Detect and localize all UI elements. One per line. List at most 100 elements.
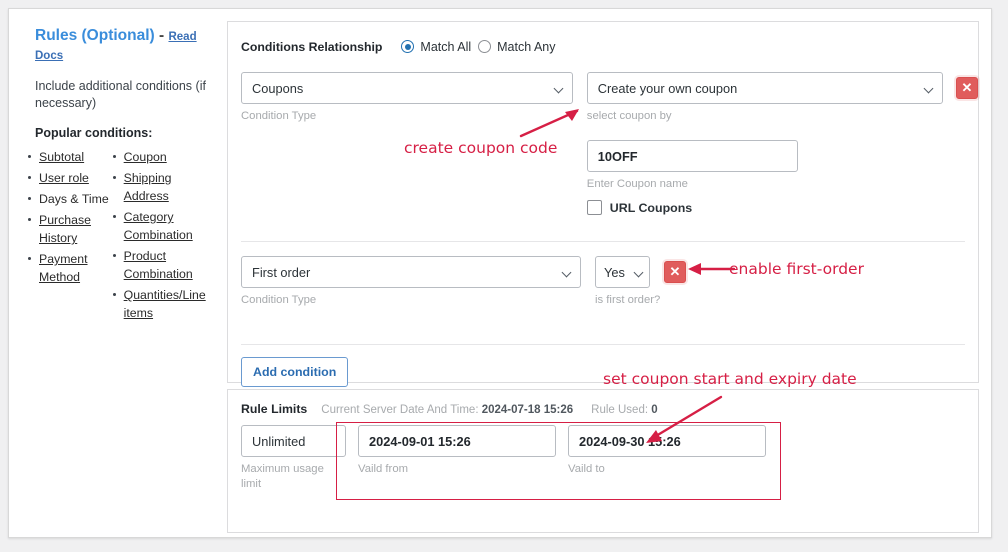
condition-link-quantities-line-items[interactable]: Quantities/Line items	[124, 288, 206, 320]
popular-conditions-column-1: Subtotal User role Days & Time Purchase …	[25, 148, 110, 325]
radio-match-any[interactable]: Match Any	[478, 39, 556, 54]
page-title: Rules (Optional) - Read Docs	[35, 27, 213, 65]
condition-type-hint-1: Condition Type	[241, 110, 317, 122]
coupon-name-input[interactable]: 10OFF	[586, 140, 798, 172]
title-separator: -	[154, 27, 169, 44]
condition-text-days-time: Days & Time	[39, 192, 109, 206]
condition-row-first-order: First order Condition Type Yes is first …	[228, 256, 978, 308]
rules-card: Rules (Optional) - Read Docs Include add…	[8, 8, 992, 538]
chevron-down-icon	[563, 269, 571, 277]
url-coupons-checkbox-row[interactable]: URL Coupons	[586, 200, 943, 215]
list-item[interactable]: Product Combination	[110, 247, 213, 283]
match-radio-group: Match All Match Any	[401, 40, 562, 54]
max-usage-field: Unlimited Maximum usage limit	[241, 425, 346, 492]
coupon-source-select[interactable]: Create your own coupon	[586, 72, 943, 104]
coupon-name-hint: Enter Coupon name	[586, 178, 688, 190]
condition-link-shipping-address[interactable]: Shipping Address	[124, 171, 172, 203]
coupon-name-value: 10OFF	[597, 148, 638, 164]
list-item[interactable]: Subtotal	[25, 148, 110, 166]
is-first-order-field: Yes is first order?	[595, 256, 661, 308]
is-first-order-hint: is first order?	[595, 294, 661, 306]
delete-condition-button-2[interactable]: ✕	[664, 261, 686, 283]
list-item[interactable]: User role	[25, 169, 110, 187]
rules-sidebar: Rules (Optional) - Read Docs Include add…	[23, 21, 219, 325]
rule-limits-panel: Rule Limits Current Server Date And Time…	[227, 389, 979, 533]
list-item[interactable]: Purchase History	[25, 211, 110, 247]
chevron-down-icon	[555, 85, 563, 93]
condition-link-user-role[interactable]: User role	[39, 171, 89, 185]
condition-type-field-1: Coupons Condition Type	[241, 72, 573, 124]
condition-divider-1	[241, 241, 965, 242]
rule-used-meta: Rule Used: 0	[591, 404, 658, 416]
condition-divider-2	[241, 344, 965, 345]
condition-row-first-order-inner: First order Condition Type Yes is first …	[241, 256, 978, 308]
condition-row-coupons: Coupons Condition Type Create your own c…	[228, 72, 978, 215]
chevron-down-icon	[925, 85, 933, 93]
radio-selected-icon[interactable]	[401, 40, 415, 53]
valid-from-input[interactable]: 2024-09-01 15:26	[358, 425, 556, 457]
server-time-value: 2024-07-18 15:26	[481, 404, 574, 416]
rule-limits-title: Rule Limits	[241, 402, 308, 416]
conditions-panel: Conditions Relationship Match All Match …	[227, 21, 979, 387]
conditions-relationship-label: Conditions Relationship	[241, 39, 383, 54]
valid-to-hint: Vaild to	[568, 463, 605, 475]
radio-match-all-label: Match All	[420, 39, 472, 54]
condition-row-coupons-inner: Coupons Condition Type Create your own c…	[241, 72, 978, 215]
coupon-source-value: Create your own coupon	[597, 80, 738, 96]
page-root: Rules (Optional) - Read Docs Include add…	[0, 0, 1008, 552]
coupon-source-field: Create your own coupon select coupon by …	[586, 72, 943, 215]
checkbox-icon[interactable]	[586, 200, 602, 215]
valid-to-input[interactable]: 2024-09-30 15:26	[568, 425, 766, 457]
list-item: Days & Time	[25, 190, 110, 208]
list-item[interactable]: Quantities/Line items	[110, 286, 213, 322]
valid-to-field: 2024-09-30 15:26 Vaild to	[568, 425, 766, 492]
valid-to-value: 2024-09-30 15:26	[579, 433, 681, 449]
rule-used-label: Rule Used:	[591, 404, 649, 416]
popular-conditions-column-2: Coupon Shipping Address Category Combina…	[110, 148, 213, 325]
popular-conditions-heading: Popular conditions:	[35, 126, 153, 140]
max-usage-input[interactable]: Unlimited	[241, 425, 346, 457]
list-item[interactable]: Shipping Address	[110, 169, 213, 205]
valid-from-value: 2024-09-01 15:26	[369, 433, 471, 449]
condition-link-purchase-history[interactable]: Purchase History	[39, 213, 91, 245]
condition-type-select-1[interactable]: Coupons	[241, 72, 573, 104]
close-icon: ✕	[961, 80, 973, 95]
chevron-down-icon	[635, 269, 643, 277]
add-condition-button[interactable]: Add condition	[241, 357, 349, 387]
valid-from-field: 2024-09-01 15:26 Vaild from	[358, 425, 556, 492]
condition-link-payment-method[interactable]: Payment Method	[39, 252, 88, 284]
condition-type-hint-2: Condition Type	[241, 294, 317, 306]
page-title-text: Rules (Optional)	[35, 27, 155, 44]
condition-link-subtotal[interactable]: Subtotal	[39, 150, 84, 164]
condition-link-product-combination[interactable]: Product Combination	[124, 249, 193, 281]
popular-conditions-columns: Subtotal User role Days & Time Purchase …	[25, 148, 213, 325]
radio-match-any-label: Match Any	[497, 39, 556, 54]
rule-limits-fields-row: Unlimited Maximum usage limit 2024-09-01…	[228, 416, 978, 492]
condition-type-value-1: Coupons	[252, 80, 304, 96]
list-item[interactable]: Category Combination	[110, 208, 213, 244]
radio-unselected-icon[interactable]	[478, 40, 492, 53]
condition-type-field-2: First order Condition Type	[241, 256, 581, 308]
is-first-order-value: Yes	[604, 264, 625, 280]
url-coupons-label: URL Coupons	[609, 200, 693, 215]
condition-type-select-2[interactable]: First order	[241, 256, 581, 288]
list-item[interactable]: Payment Method	[25, 250, 110, 286]
list-item[interactable]: Coupon	[110, 148, 213, 166]
rule-used-value: 0	[651, 404, 658, 416]
rule-limits-header: Rule Limits Current Server Date And Time…	[228, 390, 978, 416]
close-icon: ✕	[669, 264, 681, 279]
server-time-label: Current Server Date And Time:	[321, 404, 479, 416]
condition-type-value-2: First order	[252, 264, 311, 280]
valid-from-hint: Vaild from	[358, 463, 409, 475]
coupon-source-hint: select coupon by	[586, 110, 672, 122]
rules-content: Conditions Relationship Match All Match …	[227, 21, 979, 533]
delete-condition-button-1[interactable]: ✕	[956, 77, 978, 99]
condition-link-coupon[interactable]: Coupon	[124, 150, 167, 164]
sidebar-description: Include additional conditions (if necess…	[35, 79, 206, 110]
conditions-relationship-row: Conditions Relationship Match All Match …	[228, 22, 978, 58]
max-usage-value: Unlimited	[252, 433, 306, 449]
is-first-order-select[interactable]: Yes	[595, 256, 650, 288]
server-time-meta: Current Server Date And Time: 2024-07-18…	[321, 404, 573, 416]
condition-link-category-combination[interactable]: Category Combination	[124, 210, 193, 242]
radio-match-all[interactable]: Match All	[401, 40, 471, 54]
